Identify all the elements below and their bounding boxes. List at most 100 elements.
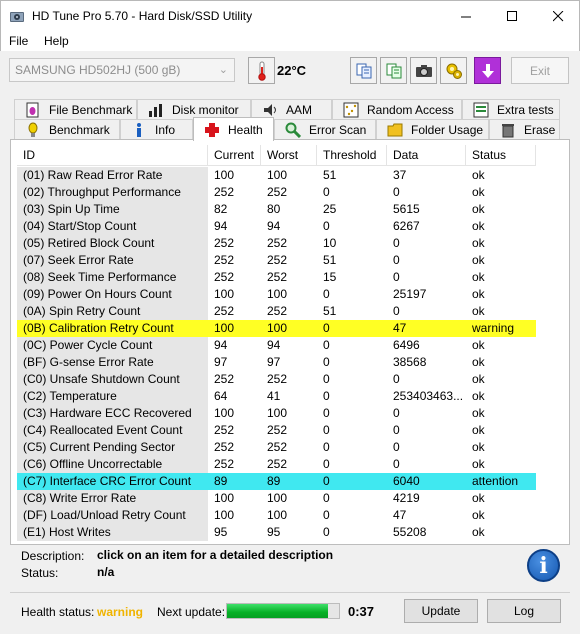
- current-value: 252: [214, 440, 235, 454]
- attribute-id: (C3) Hardware ECC Recovered: [17, 405, 208, 422]
- health-status-label: Health status:: [21, 605, 95, 619]
- data-value: 0: [393, 185, 400, 199]
- table-row[interactable]: (02) Throughput Performance 252 252 0 0 ok: [17, 184, 536, 201]
- table-row[interactable]: (0C) Power Cycle Count 94 94 0 6496 ok: [17, 337, 536, 354]
- table-row[interactable]: (0A) Spin Retry Count 252 252 51 0 ok: [17, 303, 536, 320]
- column-header-data[interactable]: Data: [387, 145, 466, 166]
- current-value: 252: [214, 372, 235, 386]
- table-row[interactable]: (DF) Load/Unload Retry Count 100 100 0 47 ok: [17, 507, 536, 524]
- tab-disk-monitor[interactable]: Disk monitor: [137, 99, 251, 119]
- table-row[interactable]: (C2) Temperature 64 41 0 253403463... ok: [17, 388, 536, 405]
- current-value: 100: [214, 406, 235, 420]
- table-row[interactable]: (09) Power On Hours Count 100 100 0 25197 ok: [17, 286, 536, 303]
- maximize-button[interactable]: [489, 1, 535, 31]
- table-row[interactable]: (C4) Reallocated Event Count 252 252 0 0 ok: [17, 422, 536, 439]
- column-header-worst[interactable]: Worst: [261, 145, 317, 166]
- drive-select[interactable]: SAMSUNG HD502HJ (500 gB) ⌄: [9, 58, 235, 82]
- save-button[interactable]: [474, 57, 501, 84]
- table-row[interactable]: (C7) Interface CRC Error Count 89 89 0 6040 a…: [17, 473, 536, 490]
- log-button[interactable]: Log: [487, 599, 561, 623]
- attribute-id: (01) Raw Read Error Rate: [17, 167, 208, 184]
- camera-icon: [415, 64, 432, 77]
- arrow-down-icon: [481, 63, 494, 78]
- screenshot-button[interactable]: [410, 57, 437, 84]
- tab-file-benchmark[interactable]: File Benchmark: [14, 99, 137, 119]
- data-value: 253403463...: [393, 389, 464, 403]
- current-value: 95: [214, 525, 228, 539]
- column-header-status[interactable]: Status: [466, 145, 536, 166]
- chevron-down-icon: ⌄: [218, 64, 228, 76]
- copy-all-icon: [386, 63, 401, 78]
- status-label: Status:: [21, 566, 59, 580]
- menu-file[interactable]: File: [9, 34, 28, 48]
- table-row[interactable]: (08) Seek Time Performance 252 252 15 0 ok: [17, 269, 536, 286]
- current-value: 82: [214, 202, 228, 216]
- table-row[interactable]: (C5) Current Pending Sector 252 252 0 0 ok: [17, 439, 536, 456]
- table-row[interactable]: (C8) Write Error Rate 100 100 0 4219 ok: [17, 490, 536, 507]
- table-row[interactable]: (01) Raw Read Error Rate 100 100 51 37 ok: [17, 167, 536, 184]
- table-row[interactable]: (07) Seek Error Rate 252 252 51 0 ok: [17, 252, 536, 269]
- tab-folder-usage[interactable]: Folder Usage: [376, 119, 489, 139]
- column-header-threshold[interactable]: Threshold: [317, 145, 387, 166]
- close-button[interactable]: [535, 1, 580, 31]
- tab-label: File Benchmark: [49, 102, 133, 117]
- worst-value: 95: [267, 525, 281, 539]
- table-row[interactable]: (BF) G-sense Error Rate 97 97 0 38568 ok: [17, 354, 536, 371]
- update-button[interactable]: Update: [404, 599, 478, 623]
- menu-bar: File Help: [0, 31, 580, 51]
- table-row[interactable]: (C3) Hardware ECC Recovered 100 100 0 0 ok: [17, 405, 536, 422]
- tab-benchmark[interactable]: Benchmark: [14, 119, 120, 139]
- tab-error-scan[interactable]: Error Scan: [274, 119, 376, 139]
- table-row[interactable]: (0B) Calibration Retry Count 100 100 0 47 war…: [17, 320, 536, 337]
- smart-table: ID Current Worst Threshold Data Status (…: [17, 145, 536, 542]
- worst-value: 89: [261, 473, 317, 490]
- threshold-value: 0: [323, 185, 330, 199]
- tab-label: Health: [228, 122, 263, 137]
- info-button[interactable]: i: [527, 549, 560, 582]
- data-value: 47: [387, 320, 466, 337]
- data-value: 25197: [393, 287, 427, 301]
- attribute-id: (04) Start/Stop Count: [17, 218, 208, 235]
- table-row[interactable]: (03) Spin Up Time 82 80 25 5615 ok: [17, 201, 536, 218]
- threshold-value: 0: [323, 525, 330, 539]
- threshold-value: 0: [323, 491, 330, 505]
- description-label: Description:: [21, 549, 85, 563]
- worst-value: 252: [267, 304, 288, 318]
- worst-value: 100: [267, 491, 288, 505]
- tab-health[interactable]: Health: [193, 117, 274, 141]
- current-value: 100: [214, 168, 235, 182]
- menu-help[interactable]: Help: [44, 34, 69, 48]
- table-row[interactable]: (05) Retired Block Count 252 252 10 0 ok: [17, 235, 536, 252]
- tab-random-access[interactable]: Random Access: [332, 99, 462, 119]
- status-value: n/a: [97, 565, 115, 579]
- temperature-button[interactable]: [248, 57, 275, 84]
- tab-aam[interactable]: AAM: [251, 99, 332, 119]
- column-header-id[interactable]: ID: [17, 145, 208, 166]
- options-button[interactable]: [440, 57, 467, 84]
- worst-value: 100: [267, 287, 288, 301]
- tab-erase[interactable]: Erase: [489, 119, 560, 139]
- current-value: 64: [214, 389, 228, 403]
- exit-button[interactable]: Exit: [511, 57, 569, 84]
- worst-value: 41: [267, 389, 281, 403]
- status-value: ok: [472, 491, 485, 505]
- data-value: 0: [393, 253, 400, 267]
- copy-info-button[interactable]: [350, 57, 377, 84]
- status-value: ok: [472, 202, 485, 216]
- table-row[interactable]: (C6) Offline Uncorrectable 252 252 0 0 ok: [17, 456, 536, 473]
- table-row[interactable]: (04) Start/Stop Count 94 94 0 6267 ok: [17, 218, 536, 235]
- copy-all-button[interactable]: [380, 57, 407, 84]
- table-row[interactable]: (C0) Unsafe Shutdown Count 252 252 0 0 ok: [17, 371, 536, 388]
- tab-info[interactable]: Info: [120, 119, 193, 139]
- threshold-value: 0: [323, 219, 330, 233]
- minimize-button[interactable]: [443, 1, 489, 31]
- tab-label: Benchmark: [49, 122, 110, 137]
- table-row[interactable]: (E1) Host Writes 95 95 0 55208 ok: [17, 524, 536, 541]
- status-value: ok: [472, 338, 485, 352]
- data-value: 0: [393, 236, 400, 250]
- tab-extra-tests[interactable]: Extra tests: [462, 99, 560, 119]
- attribute-id: (05) Retired Block Count: [17, 235, 208, 252]
- minimize-icon: [460, 16, 471, 17]
- worst-value: 252: [267, 372, 288, 386]
- column-header-current[interactable]: Current: [208, 145, 261, 166]
